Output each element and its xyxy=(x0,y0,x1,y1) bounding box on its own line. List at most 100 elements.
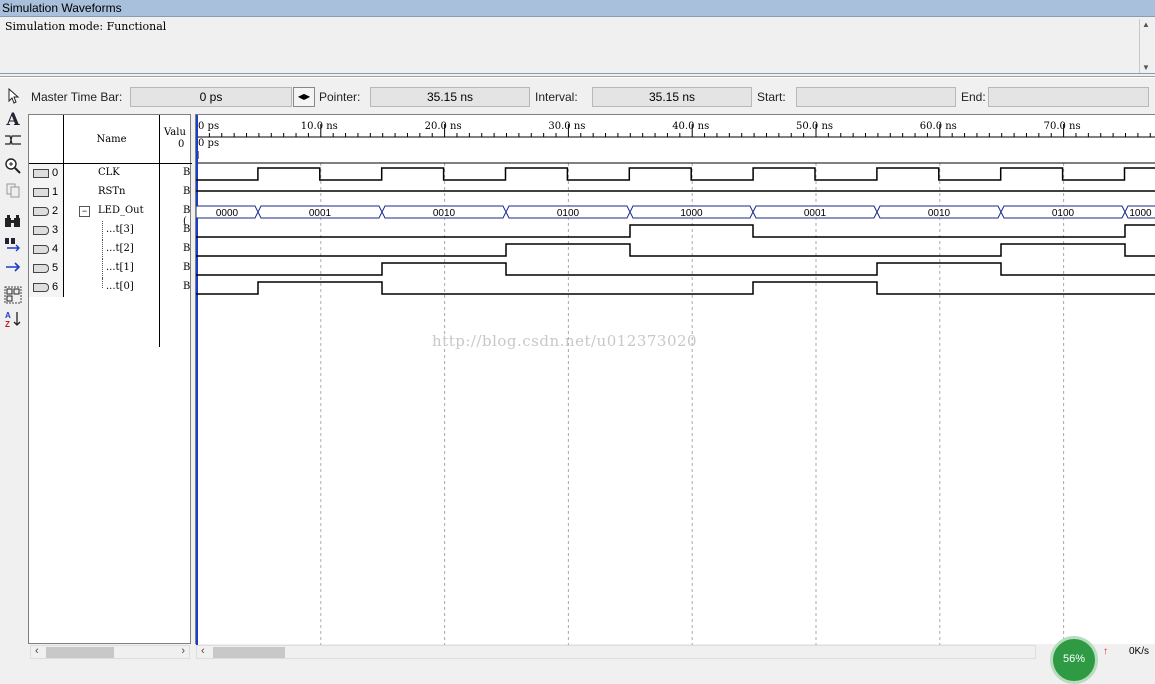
signal-list-panel: Name Valu 0 0 CLK B 1 RSTn B 2 − LED_Out… xyxy=(28,114,192,644)
scroll-down-icon[interactable]: ▼ xyxy=(1142,63,1150,72)
interval-label: Interval: xyxy=(535,90,578,104)
signal-row-clk[interactable]: 0 CLK B xyxy=(29,164,191,183)
led-bit-waveform xyxy=(196,262,1155,276)
output-pin-icon xyxy=(33,226,49,235)
master-time-bar-row: Master Time Bar: 0 ps ◀▶ Pointer: 35.15 … xyxy=(0,84,1155,110)
signal-name: LED_Out xyxy=(98,205,144,216)
signal-row-led-out[interactable]: 2 − LED_Out B ( xyxy=(29,202,191,227)
value-header-line2: 0 xyxy=(178,139,185,150)
scroll-thumb[interactable] xyxy=(213,647,285,658)
name-column-header: Name xyxy=(64,115,160,164)
collapse-icon[interactable]: − xyxy=(79,206,90,217)
signal-name: CLK xyxy=(98,167,120,178)
simulation-mode-text: Simulation mode: Functional xyxy=(5,20,167,33)
master-time-bar-arrows[interactable]: ◀▶ xyxy=(293,87,315,107)
pointer-field: 35.15 ns xyxy=(370,87,530,107)
ruler-label: 50.0 ns xyxy=(796,121,833,132)
waveform-panel[interactable]: 0 ps 10.0 ns 20.0 ns 30.0 ns 40.0 ns 50.0 ns 6… xyxy=(195,114,1155,645)
waveform-editing-tool-icon[interactable] xyxy=(3,132,23,152)
clk-waveform xyxy=(196,167,1155,181)
output-pin-icon xyxy=(33,264,49,273)
copy-tool-icon[interactable] xyxy=(3,182,23,202)
signal-value: B xyxy=(183,262,191,273)
ruler-label: 0 ps xyxy=(198,121,219,132)
waveform-toolbar: A AZ xyxy=(0,86,26,661)
svg-text:Z: Z xyxy=(5,320,10,328)
bus-value-label: 0010 xyxy=(928,208,951,219)
mode-box-scrollbar[interactable]: ▲ ▼ xyxy=(1139,19,1153,73)
find-tool-icon[interactable] xyxy=(3,213,23,233)
start-label: Start: xyxy=(757,90,786,104)
waveform-canvas[interactable]: 0 ps 10.0 ns 20.0 ns 30.0 ns 40.0 ns 50.0 ns 6… xyxy=(195,115,1155,645)
bus-value-label: 1000 xyxy=(680,208,703,219)
output-pin-icon xyxy=(33,245,49,254)
input-pin-icon xyxy=(33,169,49,178)
signal-row-led-out-0[interactable]: 6 ...t[0] B xyxy=(29,278,191,297)
signal-value: B xyxy=(183,281,191,292)
bus-value-label: 0001 xyxy=(309,208,332,219)
scroll-right-icon[interactable]: › xyxy=(181,645,185,657)
signal-name: ...t[2] xyxy=(106,243,134,254)
ruler-label: 40.0 ns xyxy=(672,121,709,132)
divider xyxy=(0,76,1155,78)
end-field[interactable] xyxy=(988,87,1149,107)
scroll-up-icon[interactable]: ▲ xyxy=(1142,20,1150,29)
zoom-tool-icon[interactable] xyxy=(3,157,23,177)
master-time-bar-label: Master Time Bar: xyxy=(31,90,123,104)
end-label: End: xyxy=(961,90,986,104)
scroll-thumb[interactable] xyxy=(46,647,114,658)
scroll-left-icon[interactable]: ‹ xyxy=(201,645,205,657)
cursor-label: 0 ps xyxy=(198,138,219,149)
bus-value-label: 0010 xyxy=(433,208,456,219)
bus-value-label: 0100 xyxy=(1052,208,1075,219)
signal-value: B xyxy=(183,243,191,254)
signal-list-hscroll[interactable]: ‹ › xyxy=(30,645,190,659)
arrow-tool-icon[interactable] xyxy=(3,258,23,278)
watermark: http://blog.csdn.net/u012373020 xyxy=(432,332,698,350)
start-field[interactable] xyxy=(796,87,956,107)
text-tool-icon[interactable]: A xyxy=(3,110,23,130)
ruler-label: 30.0 ns xyxy=(548,121,585,132)
ruler-label: 20.0 ns xyxy=(425,121,462,132)
output-pin-icon xyxy=(33,283,49,292)
bus-value-label: 0000 xyxy=(216,208,239,219)
signal-name: ...t[3] xyxy=(106,224,134,235)
sort-tool-icon[interactable]: AZ xyxy=(3,310,23,330)
scroll-left-icon[interactable]: ‹ xyxy=(35,645,39,657)
value-header-line1: Valu xyxy=(164,127,186,138)
replace-tool-icon[interactable] xyxy=(3,236,23,256)
ruler-label: 10.0 ns xyxy=(301,121,338,132)
input-pin-icon xyxy=(33,188,49,197)
ruler-label: 70.0 ns xyxy=(1044,121,1081,132)
network-gauge: 56% xyxy=(1050,636,1098,684)
pointer-label: Pointer: xyxy=(319,90,361,104)
network-speed: 0K/s xyxy=(1129,646,1150,657)
led-bit-waveform xyxy=(196,224,1155,238)
tree-line xyxy=(102,240,103,259)
tree-line xyxy=(102,221,103,240)
signal-value: B xyxy=(183,186,191,197)
signal-name: ...t[0] xyxy=(106,281,134,292)
upload-arrow-icon: ↑ xyxy=(1103,646,1108,657)
signal-row-led-out-1[interactable]: 5 ...t[1] B xyxy=(29,259,191,278)
signal-row-rstn[interactable]: 1 RSTn B xyxy=(29,183,191,202)
signal-name: ...t[1] xyxy=(106,262,134,273)
bus-value-label: 1000 xyxy=(1129,208,1152,219)
simulation-mode-box: Simulation mode: Functional ▲ ▼ xyxy=(0,16,1155,74)
signal-value: B xyxy=(183,167,191,178)
waveform-hscroll[interactable]: ‹ xyxy=(196,645,1036,659)
index-column-header xyxy=(29,115,64,164)
group-tool-icon[interactable] xyxy=(3,286,23,306)
signal-row-led-out-3[interactable]: 3 ...t[3] B xyxy=(29,221,191,240)
signal-name: RSTn xyxy=(98,186,126,197)
interval-field: 35.15 ns xyxy=(592,87,752,107)
signal-row-led-out-2[interactable]: 4 ...t[2] B xyxy=(29,240,191,259)
master-time-bar-field[interactable]: 0 ps xyxy=(130,87,292,107)
signal-value: B xyxy=(183,224,191,235)
svg-text:A: A xyxy=(5,311,11,320)
ruler-label: 60.0 ns xyxy=(920,121,957,132)
tree-line xyxy=(102,278,103,288)
bus-value-label: 0001 xyxy=(804,208,827,219)
output-pin-icon xyxy=(33,207,49,216)
bus-value-label: 0100 xyxy=(557,208,580,219)
